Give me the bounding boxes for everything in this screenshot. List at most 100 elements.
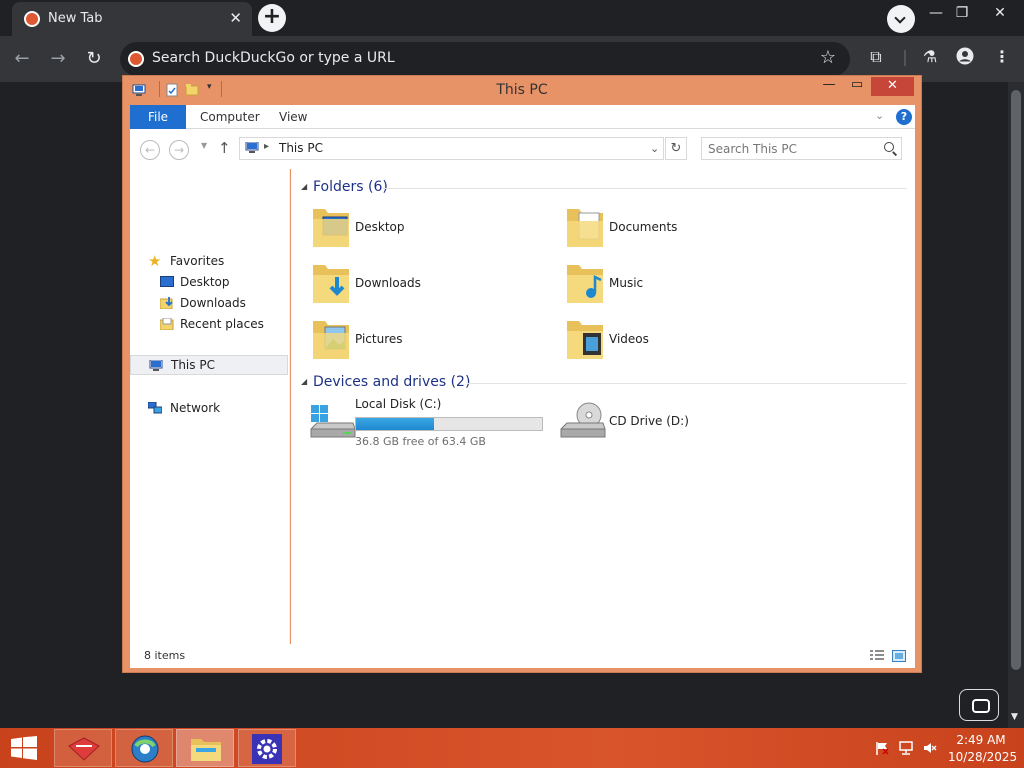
local-disk-drive-icon	[310, 405, 356, 438]
drive-c-free-space: 36.8 GB free of 63.4 GB	[355, 435, 486, 448]
nav-favorites-label: Favorites	[170, 254, 225, 268]
file-explorer-window: ▾ This PC — ▭ ✕ File Computer View ⌄ ? ←…	[122, 75, 922, 673]
windows-start-icon[interactable]	[10, 736, 38, 760]
tab-title: New Tab	[48, 11, 103, 26]
taskbar-app-2[interactable]	[115, 729, 173, 767]
menu-kebab-icon[interactable]: ⋮	[990, 47, 1014, 66]
recent-locations-dropdown-icon[interactable]: ▼	[201, 141, 207, 150]
folder-music-label: Music	[609, 276, 644, 290]
desktop-icon	[160, 276, 174, 287]
ribbon-tab-view[interactable]: View	[265, 105, 321, 129]
browser-restore-button[interactable]: ❐	[947, 2, 977, 28]
folder-pictures[interactable]: Pictures	[301, 315, 541, 367]
taskbar-file-explorer[interactable]	[176, 729, 234, 767]
tab-search-button[interactable]	[887, 5, 915, 33]
nav-network[interactable]: Network	[130, 398, 288, 418]
profile-avatar-icon[interactable]	[953, 47, 977, 69]
explorer-forward-icon[interactable]: →	[169, 140, 189, 160]
folder-downloads[interactable]: Downloads	[301, 259, 541, 311]
up-arrow-icon[interactable]: ↑	[218, 139, 231, 157]
folder-music[interactable]: Music	[555, 259, 795, 311]
status-bar: 8 items	[130, 644, 915, 668]
search-icon[interactable]	[884, 142, 894, 152]
search-box[interactable]	[701, 137, 902, 160]
taskbar-settings[interactable]	[238, 729, 296, 767]
explorer-maximize-button[interactable]: ▭	[847, 76, 867, 96]
window-title: This PC	[496, 82, 548, 98]
globe-browser-icon	[131, 735, 159, 763]
address-bar[interactable]: Search DuckDuckGo or type a URL ☆	[120, 42, 850, 76]
address-dropdown-chevron-icon[interactable]: ⌄	[650, 142, 659, 155]
collapse-triangle-icon[interactable]: ◢	[301, 182, 307, 191]
documents-folder-icon	[567, 209, 603, 247]
nav-this-pc[interactable]: This PC	[130, 355, 288, 375]
network-tray-icon[interactable]	[899, 741, 913, 755]
forward-arrow-icon[interactable]: →	[45, 46, 71, 72]
network-icon	[148, 402, 162, 414]
bookmark-star-icon[interactable]: ☆	[820, 47, 836, 68]
volume-muted-icon[interactable]	[923, 741, 937, 755]
tab-close-icon[interactable]: ✕	[229, 9, 242, 27]
extensions-puzzle-icon[interactable]: ⧉	[864, 47, 888, 67]
folders-group-title: Folders (6)	[313, 179, 388, 195]
new-tab-button[interactable]: +	[258, 4, 286, 32]
labs-flask-icon[interactable]: ⚗	[918, 47, 942, 66]
drive-cd-d[interactable]: CD Drive (D:)	[555, 397, 795, 449]
explorer-titlebar[interactable]: ▾ This PC — ▭ ✕	[123, 76, 921, 105]
refresh-icon[interactable]: ↻	[665, 137, 687, 160]
search-input[interactable]	[708, 141, 878, 157]
file-explorer-taskbar-icon	[191, 739, 221, 761]
nav-favorites[interactable]: ★ Favorites	[130, 251, 288, 271]
address-bar-placeholder: Search DuckDuckGo or type a URL	[152, 50, 395, 66]
folders-group-header[interactable]: ◢ Folders (6)	[291, 178, 915, 198]
devices-group-header[interactable]: ◢ Devices and drives (2)	[291, 373, 915, 393]
folder-documents-label: Documents	[609, 220, 678, 234]
this-pc-nav-icon	[149, 360, 163, 371]
nav-desktop[interactable]: Desktop	[130, 272, 288, 292]
expand-ribbon-chevron-icon[interactable]: ⌄	[875, 109, 884, 122]
nav-downloads[interactable]: Downloads	[130, 293, 288, 313]
desktop-folder-icon	[313, 209, 349, 247]
reload-icon[interactable]: ↻	[81, 46, 107, 72]
details-view-icon[interactable]	[870, 650, 884, 662]
folder-documents[interactable]: Documents	[555, 203, 795, 255]
browser-tab-strip: New Tab ✕ + — ❐ ✕	[0, 0, 1024, 36]
ribbon-tabs: File Computer View ⌄ ?	[130, 105, 915, 129]
explorer-address-bar[interactable]: ▸ This PC ⌄	[239, 137, 664, 160]
folder-desktop[interactable]: Desktop	[301, 203, 541, 255]
nav-recent-places-label: Recent places	[180, 317, 264, 331]
ribbon-tab-computer[interactable]: Computer	[186, 105, 274, 129]
nav-this-pc-label: This PC	[171, 358, 215, 372]
clock-time[interactable]: 2:49 AM	[956, 733, 1006, 747]
collapse-triangle-icon[interactable]: ◢	[301, 377, 307, 386]
explorer-close-button[interactable]: ✕	[871, 77, 914, 96]
downloads-icon	[160, 297, 173, 309]
browser-close-button[interactable]: ✕	[985, 2, 1015, 28]
nav-recent-places[interactable]: Recent places	[130, 314, 288, 334]
clock-date[interactable]: 10/28/2025	[948, 750, 1017, 764]
folder-videos[interactable]: Videos	[555, 315, 795, 367]
explorer-back-icon[interactable]: ←	[140, 140, 160, 160]
back-arrow-icon[interactable]: ←	[9, 46, 35, 72]
drive-local-disk-c[interactable]: Local Disk (C:) 36.8 GB free of 63.4 GB	[301, 397, 551, 449]
group-divider	[467, 383, 907, 384]
chat-feedback-icon[interactable]	[959, 689, 999, 721]
duckduckgo-favicon-icon	[24, 11, 40, 27]
viewport-scrollbar[interactable]: ▼	[1008, 82, 1024, 728]
devices-group-title: Devices and drives (2)	[313, 374, 471, 390]
navigation-pane: ★ Favorites Desktop Downloads Recent pla…	[130, 169, 290, 644]
drive-c-label: Local Disk (C:)	[355, 397, 442, 411]
browser-tab[interactable]: New Tab ✕	[12, 2, 252, 36]
toolbar-divider: |	[902, 47, 908, 66]
help-icon[interactable]: ?	[896, 109, 912, 125]
breadcrumb-separator-icon[interactable]: ▸	[264, 141, 269, 152]
large-icons-view-icon[interactable]	[892, 650, 906, 662]
scrollbar-thumb[interactable]	[1011, 90, 1021, 670]
ribbon-tab-file[interactable]: File	[130, 105, 186, 129]
drive-d-label: CD Drive (D:)	[609, 414, 689, 428]
action-center-flag-icon[interactable]	[875, 741, 889, 755]
taskbar-app-1[interactable]	[54, 729, 112, 767]
scroll-down-arrow-icon[interactable]: ▼	[1011, 712, 1018, 722]
breadcrumb-this-pc[interactable]: This PC	[279, 141, 323, 155]
explorer-minimize-button[interactable]: —	[819, 76, 839, 96]
